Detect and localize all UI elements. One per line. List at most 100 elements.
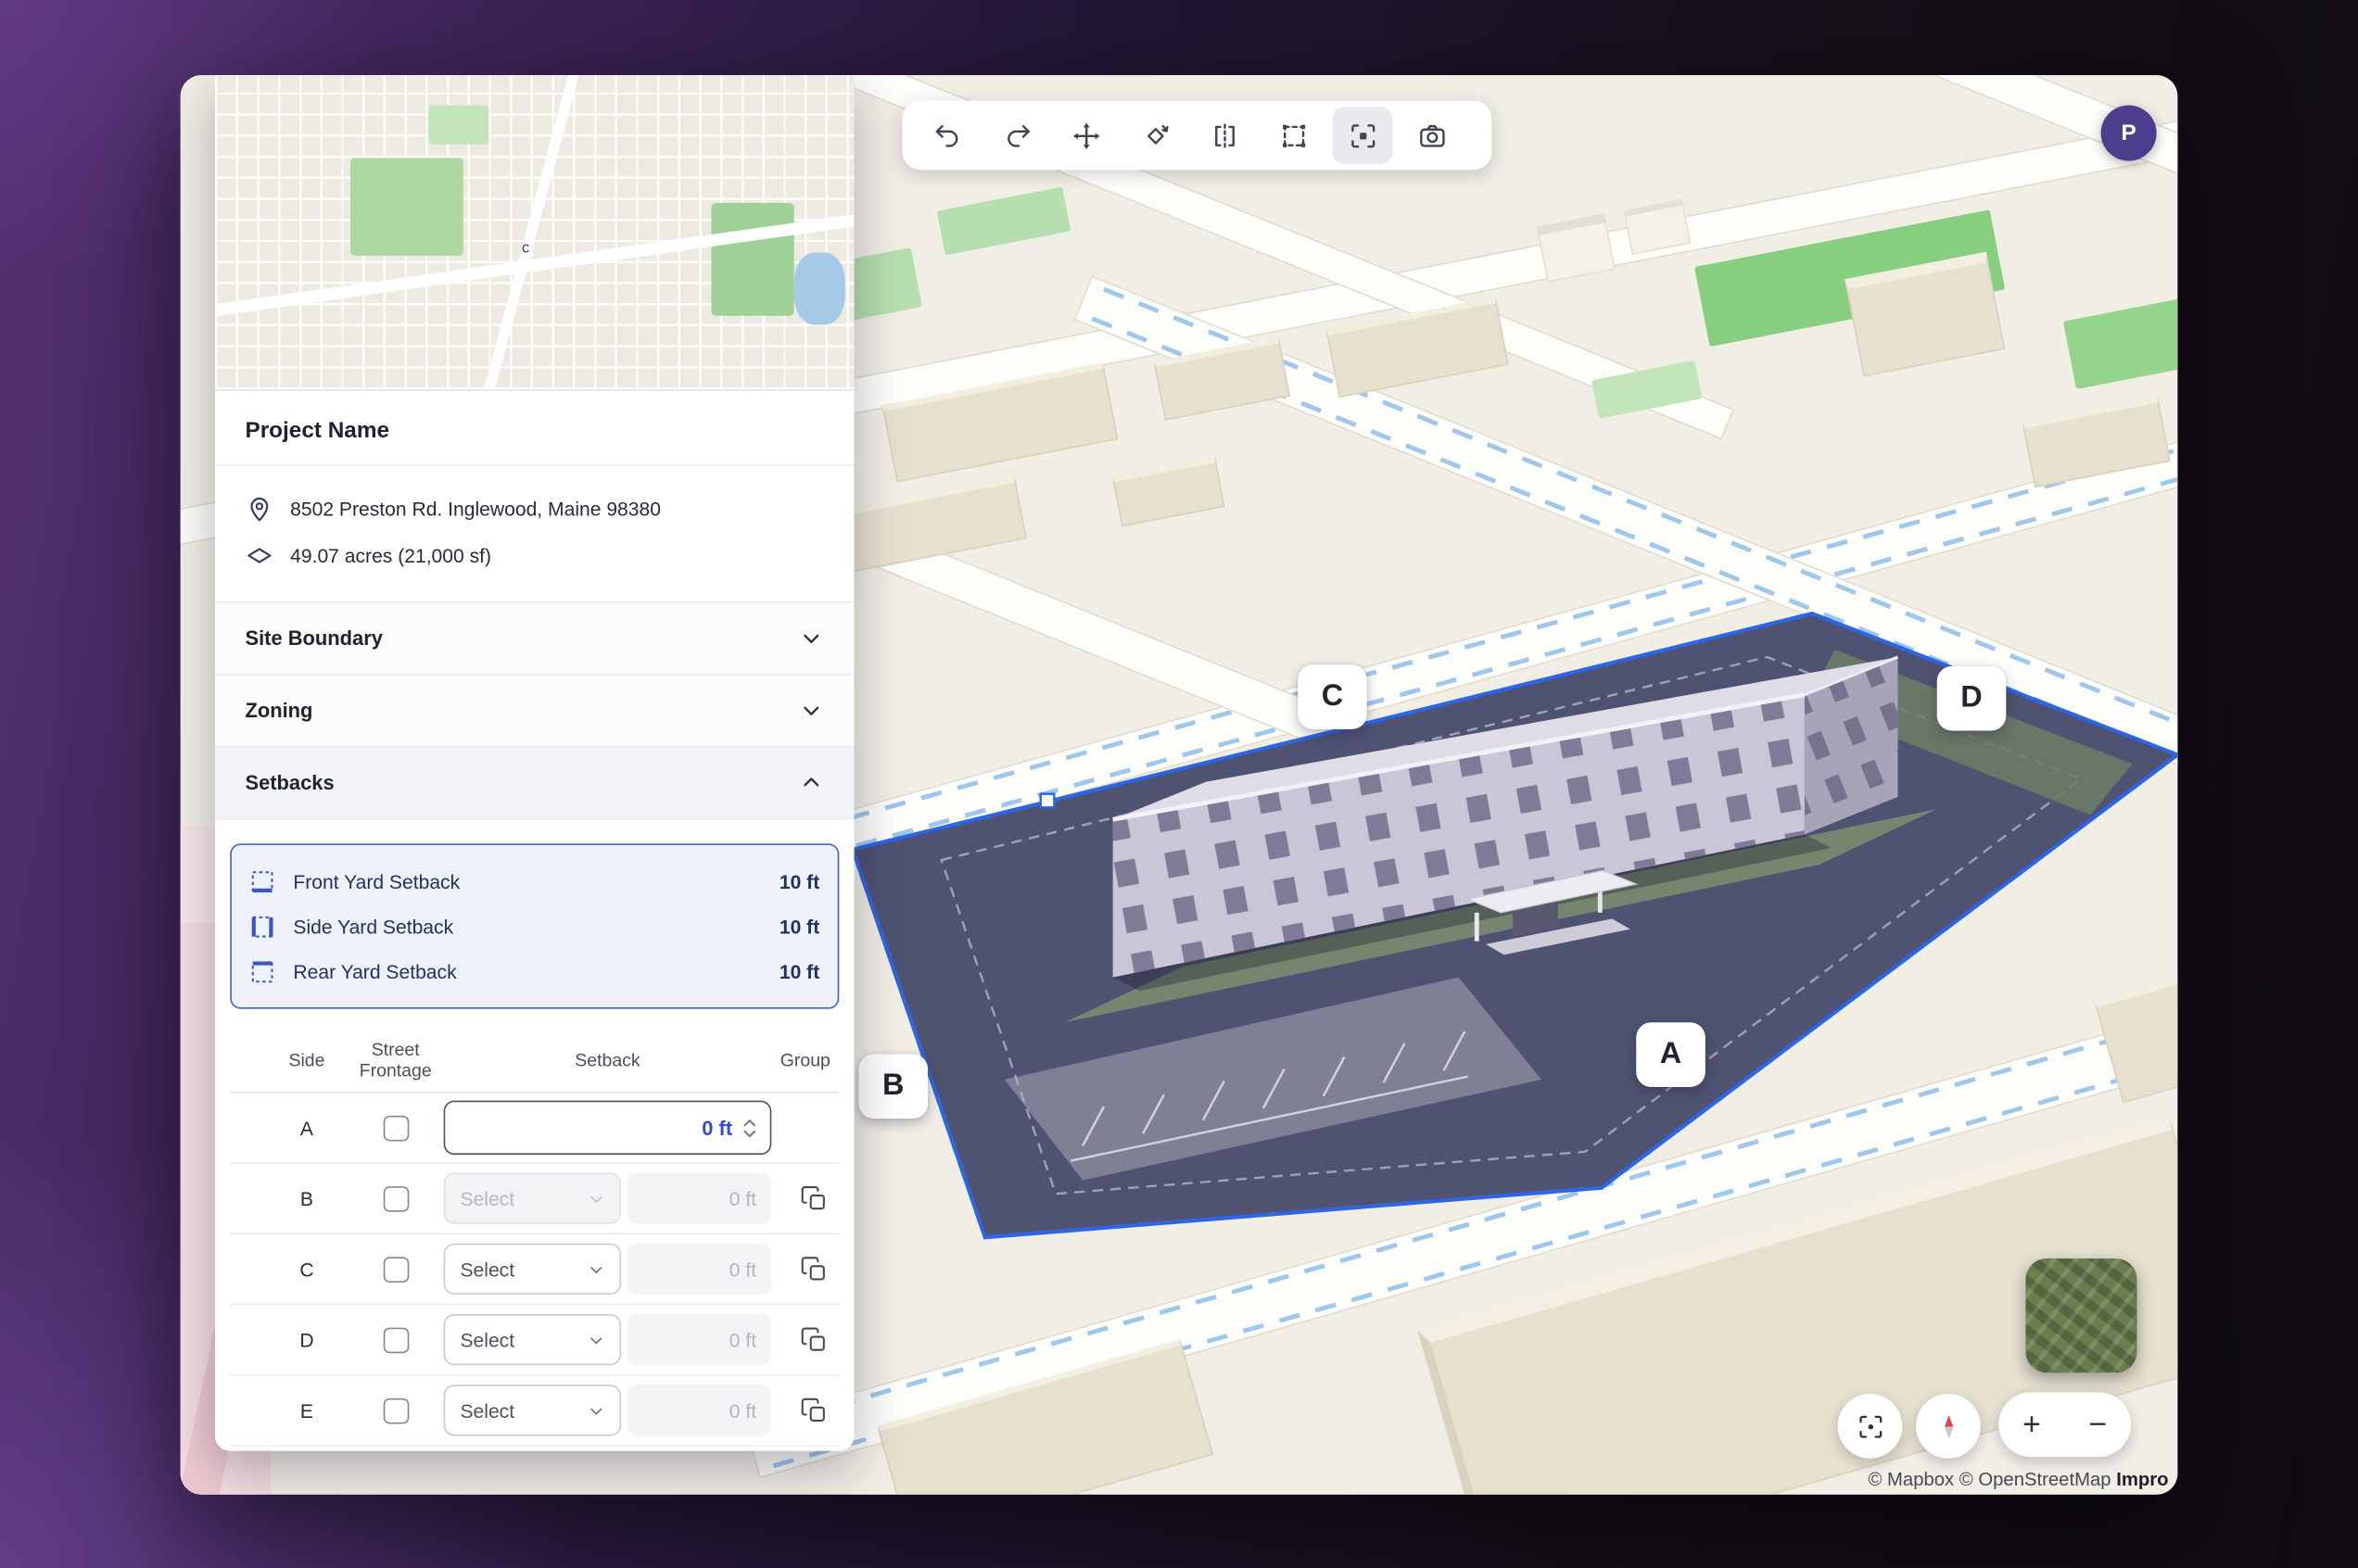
setback-value-box[interactable]: 0 ft <box>628 1314 772 1365</box>
address-row: 8502 Preston Rd. Inglewood, Maine 98380 <box>245 486 824 532</box>
setback-value: 0 ft <box>729 1187 756 1209</box>
group-copy-button[interactable] <box>792 1248 834 1290</box>
section-label: Site Boundary <box>245 627 382 650</box>
map-attribution: © Mapbox © OpenStreetMap Impro <box>1868 1469 2168 1490</box>
group-copy-button[interactable] <box>792 1319 834 1360</box>
summary-row-front: Front Yard Setback 10 ft <box>249 858 819 904</box>
table-header: Side Street Frontage Setback Group <box>230 1030 839 1093</box>
scan-button[interactable] <box>1332 107 1392 164</box>
setback-summary-card[interactable]: Front Yard Setback 10 ft Side Yard Setba… <box>230 843 839 1008</box>
compass-button[interactable] <box>1916 1394 1981 1459</box>
stepper-icon[interactable] <box>742 1115 758 1141</box>
attribution-improve-link[interactable]: Impro <box>2116 1469 2168 1490</box>
panel-body: Project Name 8502 Preston Rd. Inglewood,… <box>215 391 855 1451</box>
camera-button[interactable] <box>1401 107 1462 164</box>
edit-boundary-icon <box>1277 120 1309 151</box>
map-toolbar <box>902 101 1491 171</box>
chevron-up-icon <box>799 770 825 796</box>
setbacks-table: Side Street Frontage Setback Group A 0 f… <box>230 1030 839 1446</box>
table-row: E Select 0 ft <box>230 1376 839 1447</box>
street-frontage-checkbox[interactable] <box>383 1397 409 1423</box>
street-frontage-checkbox[interactable] <box>383 1257 409 1283</box>
street-frontage-checkbox[interactable] <box>383 1185 409 1211</box>
zoom-controls: + − <box>1998 1392 2131 1457</box>
select-label: Select <box>460 1399 514 1422</box>
side-label-c[interactable]: C <box>1298 664 1367 729</box>
chevron-down-icon <box>587 1330 606 1349</box>
side-label-a[interactable]: A <box>1636 1022 1705 1087</box>
zoom-in-button[interactable]: + <box>1998 1392 2064 1457</box>
boundary-vertex-handle[interactable] <box>1041 794 1055 808</box>
summary-label: Front Yard Setback <box>293 870 761 892</box>
rear-yard-setback-icon <box>249 958 275 984</box>
scan-icon <box>1347 120 1378 151</box>
table-row: B Select 0 ft <box>230 1164 839 1234</box>
setback-value-box[interactable]: 0 ft <box>628 1385 772 1435</box>
project-title: Project Name <box>245 418 824 444</box>
undo-icon <box>932 120 963 151</box>
setback-value: 0 ft <box>729 1328 756 1350</box>
zoom-out-button[interactable]: − <box>2065 1392 2131 1457</box>
select-label: Select <box>460 1328 514 1350</box>
section-site-boundary[interactable]: Site Boundary <box>215 603 855 676</box>
summary-label: Rear Yard Setback <box>293 960 761 982</box>
setback-type-select[interactable]: Select <box>444 1385 621 1435</box>
summary-label: Side Yard Setback <box>293 915 761 937</box>
group-copy-button[interactable] <box>792 1177 834 1219</box>
section-zoning[interactable]: Zoning <box>215 675 855 747</box>
undo-button[interactable] <box>918 107 978 164</box>
setback-value: 0 ft <box>702 1117 732 1139</box>
setback-value-box[interactable]: 0 ft <box>628 1173 772 1224</box>
chevron-down-icon <box>587 1259 606 1279</box>
chevron-down-icon <box>587 1189 606 1208</box>
recenter-button[interactable] <box>1838 1394 1903 1459</box>
section-setbacks[interactable]: Setbacks <box>215 747 855 819</box>
street-frontage-checkbox[interactable] <box>383 1115 409 1141</box>
copy-icon <box>799 1325 828 1354</box>
side-yard-setback-icon <box>249 914 275 940</box>
side-cell: A <box>266 1117 348 1139</box>
summary-value: 10 ft <box>780 960 819 982</box>
header-side: Side <box>266 1050 348 1070</box>
mirror-button[interactable] <box>1194 107 1254 164</box>
rotate-icon <box>1139 120 1171 151</box>
side-label-text: D <box>1960 681 1982 715</box>
map-style-thumbnail[interactable] <box>2025 1258 2136 1372</box>
attribution-text[interactable]: © Mapbox © OpenStreetMap <box>1868 1469 2111 1490</box>
redo-icon <box>1001 120 1033 151</box>
chevron-down-icon <box>587 1400 606 1420</box>
project-header: Project Name <box>215 391 855 466</box>
mirror-icon <box>1209 120 1240 151</box>
side-cell: D <box>266 1328 348 1350</box>
side-label-text: B <box>882 1069 904 1104</box>
setback-value: 0 ft <box>729 1399 756 1422</box>
setback-value-box[interactable]: 0 ft <box>628 1244 772 1295</box>
setback-type-select[interactable]: Select <box>444 1314 621 1365</box>
move-button[interactable] <box>1056 107 1116 164</box>
redo-button[interactable] <box>986 107 1046 164</box>
select-label: Select <box>460 1187 514 1209</box>
minimap[interactable]: c <box>215 75 855 391</box>
street-frontage-checkbox[interactable] <box>383 1327 409 1353</box>
chevron-down-icon <box>799 626 825 651</box>
group-copy-button[interactable] <box>792 1389 834 1431</box>
edit-boundary-button[interactable] <box>1263 107 1324 164</box>
user-avatar[interactable]: P <box>2101 106 2157 161</box>
setback-input[interactable]: 0 ft <box>444 1101 772 1155</box>
setback-type-select[interactable]: Select <box>444 1244 621 1295</box>
minimap-marker: c <box>522 241 529 258</box>
header-group: Group <box>771 1050 839 1070</box>
location-pin-icon <box>245 495 273 524</box>
project-sidebar: c Project Name 8502 Preston Rd. Inglewoo… <box>215 75 855 1451</box>
compass-icon <box>1932 1410 1965 1443</box>
side-cell: E <box>266 1399 348 1422</box>
project-address: 8502 Preston Rd. Inglewood, Maine 98380 <box>290 498 661 520</box>
header-setback: Setback <box>444 1050 772 1070</box>
area-row: 49.07 acres (21,000 sf) <box>245 532 824 578</box>
area-icon <box>245 541 273 570</box>
avatar-initial: P <box>2121 120 2136 146</box>
rotate-button[interactable] <box>1125 107 1185 164</box>
side-label-d[interactable]: D <box>1937 666 2007 731</box>
side-label-b[interactable]: B <box>858 1054 928 1119</box>
setback-type-select[interactable]: Select <box>444 1173 621 1224</box>
